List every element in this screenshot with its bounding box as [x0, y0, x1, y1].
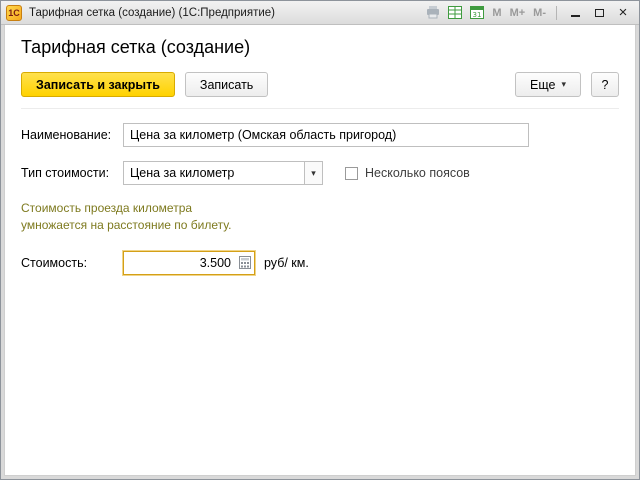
- cost-type-select[interactable]: Цена за километр ▾: [123, 161, 323, 185]
- cost-label: Стоимость:: [21, 256, 123, 270]
- cost-hint-line2: умножается на расстояние по билету.: [21, 217, 619, 234]
- calc-memory-button[interactable]: M: [490, 7, 503, 19]
- calculator-icon[interactable]: [236, 252, 254, 274]
- calc-memory-minus-button[interactable]: M-: [531, 7, 548, 19]
- chevron-down-icon[interactable]: ▾: [304, 162, 322, 184]
- close-button[interactable]: ×: [613, 4, 633, 22]
- command-bar: Записать и закрыть Записать Еще ▾ ?: [21, 72, 619, 109]
- more-button[interactable]: Еще ▾: [515, 72, 581, 97]
- cost-row: Стоимость: руб/ км.: [21, 251, 619, 275]
- maximize-icon: [595, 9, 604, 17]
- save-and-close-button[interactable]: Записать и закрыть: [21, 72, 175, 97]
- calc-memory-plus-button[interactable]: M+: [508, 7, 528, 19]
- printer-icon[interactable]: [424, 4, 442, 22]
- cost-type-label: Тип стоимости:: [21, 166, 123, 180]
- name-input[interactable]: [123, 123, 529, 147]
- name-row: Наименование:: [21, 123, 619, 147]
- cost-hint-text: Стоимость проезда километра умножается н…: [21, 200, 619, 234]
- minimize-button[interactable]: [565, 4, 585, 22]
- app-window: 1С Тарифная сетка (создание) (1С:Предпри…: [0, 0, 640, 480]
- name-label: Наименование:: [21, 128, 123, 142]
- cost-field: [123, 251, 255, 275]
- titlebar: 1С Тарифная сетка (создание) (1С:Предпри…: [1, 1, 639, 25]
- table-icon[interactable]: [446, 4, 464, 22]
- titlebar-controls: 31 M M+ M- ×: [424, 4, 633, 22]
- minimize-icon: [571, 15, 580, 17]
- cost-type-row: Тип стоимости: Цена за километр ▾ Нескол…: [21, 161, 619, 185]
- save-button[interactable]: Записать: [185, 72, 268, 97]
- titlebar-separator: [556, 6, 557, 20]
- chevron-down-icon: ▾: [561, 79, 566, 90]
- page-title: Тарифная сетка (создание): [21, 37, 619, 58]
- help-button[interactable]: ?: [591, 72, 619, 97]
- 1c-logo-icon: 1С: [6, 5, 22, 21]
- svg-text:31: 31: [473, 11, 482, 19]
- multiple-zones-label: Несколько поясов: [365, 166, 470, 180]
- window-title: Тарифная сетка (создание) (1С:Предприяти…: [29, 7, 275, 19]
- cost-input[interactable]: [124, 252, 236, 274]
- calendar-icon[interactable]: 31: [468, 4, 486, 22]
- multiple-zones-checkbox[interactable]: [345, 167, 358, 180]
- cost-unit-label: руб/ км.: [264, 256, 309, 270]
- cost-type-value: Цена за километр: [124, 162, 304, 184]
- more-button-label: Еще: [530, 78, 555, 92]
- form-area: Тарифная сетка (создание) Записать и зак…: [4, 25, 636, 476]
- maximize-button[interactable]: [589, 4, 609, 22]
- cost-hint-line1: Стоимость проезда километра: [21, 200, 619, 217]
- close-icon: ×: [619, 5, 628, 20]
